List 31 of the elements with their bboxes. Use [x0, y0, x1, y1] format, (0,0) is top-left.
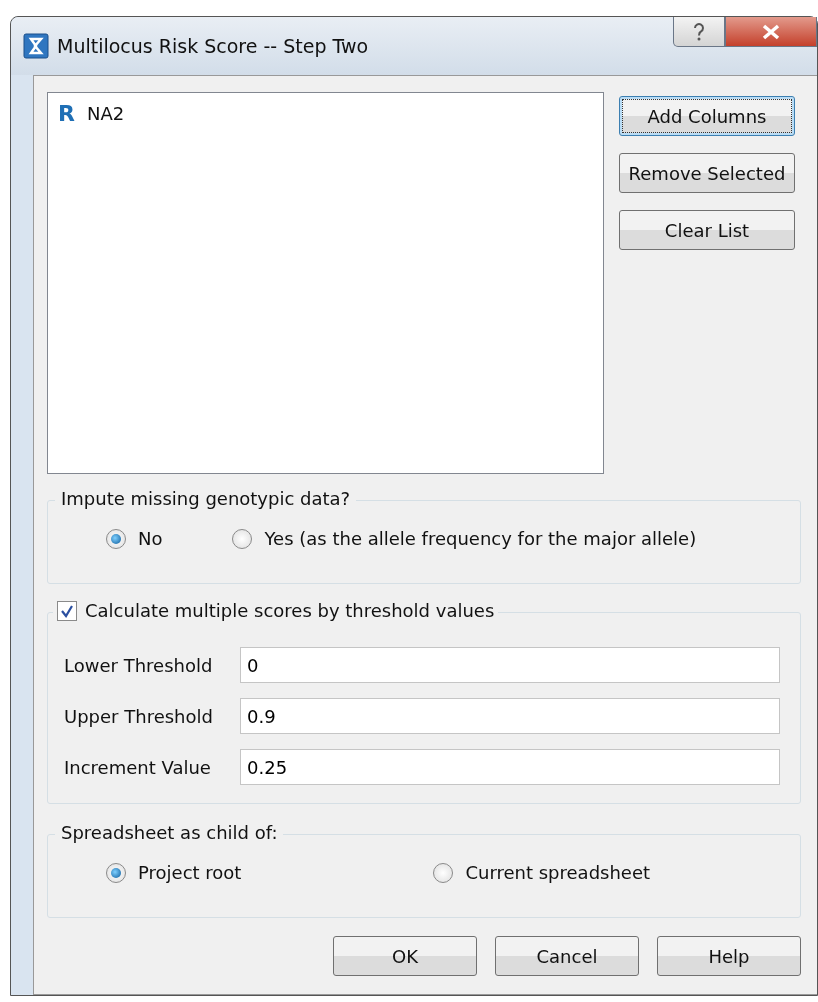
checkbox-label: Calculate multiple scores by threshold values [85, 599, 495, 623]
radio-label: Yes (as the allele frequency for the major allele) [264, 527, 697, 551]
input-field[interactable]: 0.25 [240, 749, 780, 785]
radio-label: Project root [138, 861, 242, 885]
threshold-checkbox[interactable] [57, 601, 77, 621]
radio-button[interactable] [106, 862, 126, 883]
list-action-button[interactable]: Clear List [619, 210, 795, 250]
list-action-button[interactable]: Remove Selected [619, 153, 795, 193]
radio-button[interactable] [232, 528, 253, 549]
input-field[interactable]: 0.9 [240, 698, 780, 734]
dialog-button[interactable]: Help [657, 936, 801, 976]
list-action-button[interactable]: Add Columns [619, 96, 795, 136]
dialog-button[interactable]: OK [333, 936, 477, 976]
field-label: Upper Threshold [64, 704, 214, 729]
app-icon [23, 33, 49, 59]
radio-label: No [138, 527, 163, 551]
column-list[interactable]: R NA2 [47, 92, 604, 474]
type-label: R [58, 100, 75, 128]
dialog-button[interactable]: Cancel [495, 936, 639, 976]
question-icon [692, 21, 706, 42]
close-button[interactable] [725, 17, 817, 47]
window-title: Multilocus Risk Score -- Step Two [57, 33, 369, 59]
radio-button[interactable] [106, 528, 126, 549]
close-icon [762, 23, 780, 40]
list-item[interactable]: NA2 [86, 100, 125, 127]
field-label: Increment Value [64, 755, 212, 780]
radio-label: Current spreadsheet [465, 861, 651, 885]
radio-button[interactable] [433, 862, 454, 883]
help-button[interactable] [673, 17, 725, 47]
input-field[interactable]: 0 [240, 647, 780, 683]
field-label: Lower Threshold [64, 653, 214, 678]
